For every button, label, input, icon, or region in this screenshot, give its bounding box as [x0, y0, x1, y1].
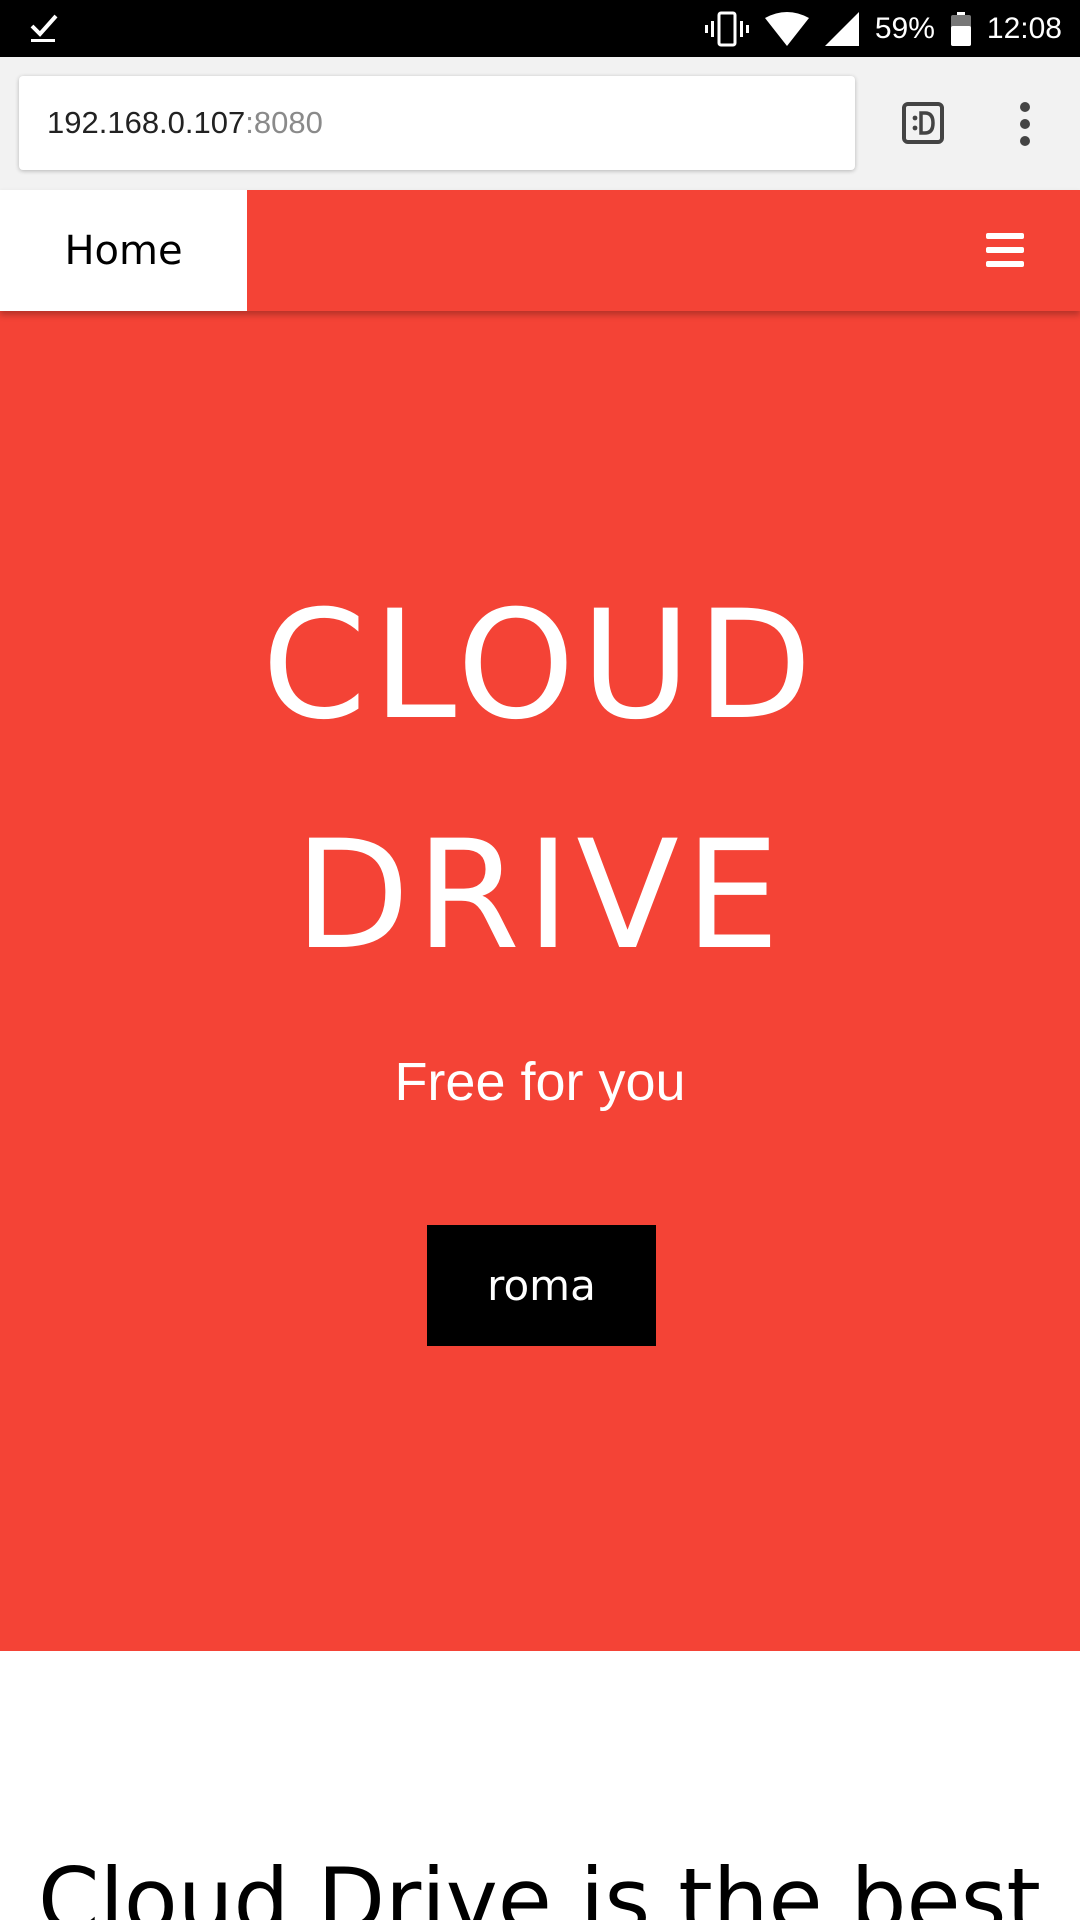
tab-switcher-icon[interactable]	[902, 102, 944, 144]
content-heading: Cloud Drive is the best	[38, 1849, 1041, 1920]
check-notification-icon	[30, 14, 58, 42]
status-right-group: 59% 12:08	[689, 0, 1062, 57]
vibrate-icon	[704, 11, 749, 46]
url-port: :8080	[245, 105, 323, 140]
roma-button[interactable]: roma	[427, 1225, 656, 1346]
more-options-icon[interactable]	[1010, 99, 1040, 149]
url-host: 192.168.0.107	[47, 105, 246, 140]
nav-home-link[interactable]: Home	[0, 190, 247, 311]
hero-title-line1: CLOUD	[261, 579, 819, 753]
hamburger-menu-icon[interactable]	[986, 233, 1024, 267]
hero-title-line2: DRIVE	[294, 809, 786, 983]
site-navbar: Home	[0, 190, 1080, 311]
url-bar[interactable]: 192.168.0.107:8080	[19, 76, 855, 170]
hero-section: CLOUD DRIVE Free for you roma	[0, 311, 1080, 1651]
content-section: Cloud Drive is the best	[0, 1651, 1080, 1920]
hero-title: CLOUD DRIVE	[0, 551, 1080, 1011]
hero-subtitle: Free for you	[394, 1052, 686, 1112]
wifi-icon	[764, 11, 809, 46]
battery-icon	[950, 11, 971, 46]
signal-icon	[824, 11, 859, 46]
battery-percent: 59%	[874, 11, 935, 45]
clock: 12:08	[986, 11, 1062, 45]
browser-toolbar: 192.168.0.107:8080	[0, 57, 1080, 190]
status-bar: 59% 12:08	[0, 0, 1080, 57]
